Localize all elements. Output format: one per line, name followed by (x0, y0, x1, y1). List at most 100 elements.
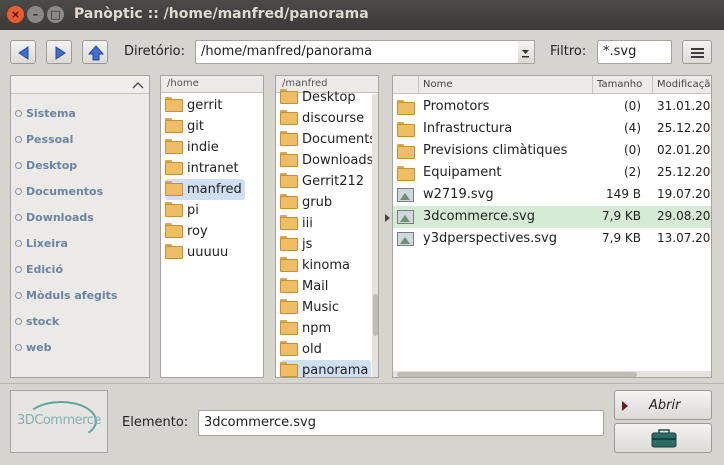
folder-icon (280, 341, 298, 356)
directory-item[interactable]: Documents (280, 129, 378, 150)
directory-item[interactable]: git (165, 116, 207, 137)
directory-item-label: npm (302, 321, 332, 336)
places-item[interactable]: Pessoal (15, 133, 73, 146)
size-column-header[interactable]: Tamanho (593, 76, 653, 94)
file-list-hscrollbar[interactable] (393, 371, 711, 377)
name-column-header[interactable]: Nome (419, 76, 593, 94)
element-input[interactable]: 3dcommerce.svg (198, 410, 604, 436)
home-column: /home gerrit git indie intranet manfred pi roy… (160, 75, 264, 378)
file-name: Equipament (423, 165, 502, 180)
places-item-label: Documentos (26, 185, 104, 198)
file-name: w2719.svg (423, 187, 494, 202)
file-size: 7,9 KB (602, 231, 641, 245)
play-icon (622, 401, 628, 411)
filter-label: Filtro: (550, 44, 587, 59)
directory-item[interactable]: uuuuu (165, 242, 231, 263)
places-item[interactable]: Edició (15, 263, 63, 276)
directory-item[interactable]: gerrit (165, 95, 225, 116)
directory-item[interactable]: npm (280, 318, 334, 339)
file-name: Infrastructura (423, 121, 513, 136)
menu-button[interactable] (682, 40, 712, 64)
date-column-header[interactable]: Modificação (653, 76, 711, 94)
directory-item-label: uuuuu (187, 245, 229, 260)
file-row[interactable]: Previsions climàtiques (0) 02.01.2021 (393, 140, 711, 162)
file-row[interactable]: w2719.svg 149 B 19.07.2021 (393, 184, 711, 206)
up-button[interactable] (82, 40, 108, 64)
radio-dot-icon (15, 136, 22, 143)
directory-item[interactable]: panorama (280, 360, 372, 378)
places-item-label: Sistema (26, 107, 76, 120)
file-row[interactable]: Promotors (0) 31.01.2021 (393, 96, 711, 118)
title-bar: × – □ Panòptic :: /home/manfred/panorama (0, 0, 724, 30)
arrow-right-icon (55, 46, 66, 60)
manfred-column-scrollbar[interactable] (372, 94, 378, 377)
directory-item[interactable]: kinoma (280, 255, 353, 276)
file-row[interactable]: y3dperspectives.svg 7,9 KB 13.07.2021 (393, 228, 711, 250)
directory-item[interactable]: Gerrit212 (280, 171, 367, 192)
places-item[interactable]: Lixeira (15, 237, 68, 250)
filter-input[interactable]: *.svg (597, 40, 672, 64)
folder-icon (397, 166, 415, 181)
folder-icon (280, 236, 298, 251)
manfred-column: /manfred Desktop discourse Documents Downlo… (275, 75, 379, 378)
window-title: Panòptic :: /home/manfred/panorama (74, 6, 369, 22)
folder-icon (165, 244, 183, 259)
minimize-window-button[interactable]: – (27, 6, 44, 23)
places-item-label: Edició (26, 263, 64, 276)
directory-dropdown-button[interactable] (518, 40, 535, 64)
directory-item[interactable]: js (280, 234, 315, 255)
places-item[interactable]: web (15, 341, 52, 354)
file-row[interactable]: Infrastructura (4) 25.12.2021 (393, 118, 711, 140)
file-row[interactable]: 3dcommerce.svg 7,9 KB 29.08.2021 (393, 206, 711, 228)
file-date: 13.07.2021 (657, 231, 711, 245)
logo-text: 3DCommerce (17, 413, 101, 428)
file-name: Promotors (423, 99, 490, 114)
file-row[interactable]: Equipament (2) 25.12.2021 (393, 162, 711, 184)
forward-button[interactable] (46, 40, 72, 64)
image-file-icon (397, 188, 414, 202)
directory-item[interactable]: pi (165, 200, 202, 221)
radio-dot-icon (15, 162, 22, 169)
directory-item[interactable]: intranet (165, 158, 242, 179)
directory-item[interactable]: Desktop (280, 87, 359, 108)
places-item[interactable]: Documentos (15, 185, 103, 198)
directory-item[interactable]: roy (165, 221, 211, 242)
file-date: 29.08.2021 (657, 209, 711, 223)
places-item[interactable]: Sistema (15, 107, 76, 120)
directory-item[interactable]: Music (280, 297, 342, 318)
close-window-button[interactable]: × (7, 6, 24, 23)
directory-item[interactable]: manfred (165, 179, 245, 200)
places-header[interactable] (11, 76, 149, 94)
file-date: 31.01.2021 (657, 99, 711, 113)
directory-combo[interactable]: /home/manfred/panorama (195, 40, 519, 64)
open-button[interactable]: Abrir (614, 390, 712, 420)
directory-item[interactable]: discourse (280, 108, 367, 129)
briefcase-icon (651, 429, 677, 448)
places-item[interactable]: stock (15, 315, 59, 328)
folder-icon (280, 215, 298, 230)
directory-item-label: indie (187, 140, 219, 155)
directory-item[interactable]: Downloads (280, 150, 376, 171)
back-button[interactable] (10, 40, 36, 64)
places-item[interactable]: Downloads (15, 211, 94, 224)
directory-item-label: roy (187, 224, 208, 239)
folder-icon (280, 89, 298, 104)
directory-item-label: intranet (187, 161, 239, 176)
places-item[interactable]: Mòduls afegits (15, 289, 117, 302)
home-column-header: /home (161, 76, 263, 93)
directory-item[interactable]: indie (165, 137, 222, 158)
directory-item[interactable]: old (280, 339, 325, 360)
directory-item-label: panorama (302, 363, 369, 378)
directory-item[interactable]: grub (280, 192, 335, 213)
file-date: 19.07.2021 (657, 187, 711, 201)
places-item[interactable]: Desktop (15, 159, 77, 172)
directory-item[interactable]: Mail (280, 276, 331, 297)
briefcase-button[interactable] (614, 423, 712, 453)
maximize-window-button[interactable]: □ (47, 6, 64, 23)
file-size: 149 B (606, 187, 641, 201)
folder-icon (280, 299, 298, 314)
directory-item[interactable]: iii (280, 213, 316, 234)
file-size: (0) (624, 99, 641, 113)
file-size: (4) (624, 121, 641, 135)
folder-icon (280, 362, 298, 377)
